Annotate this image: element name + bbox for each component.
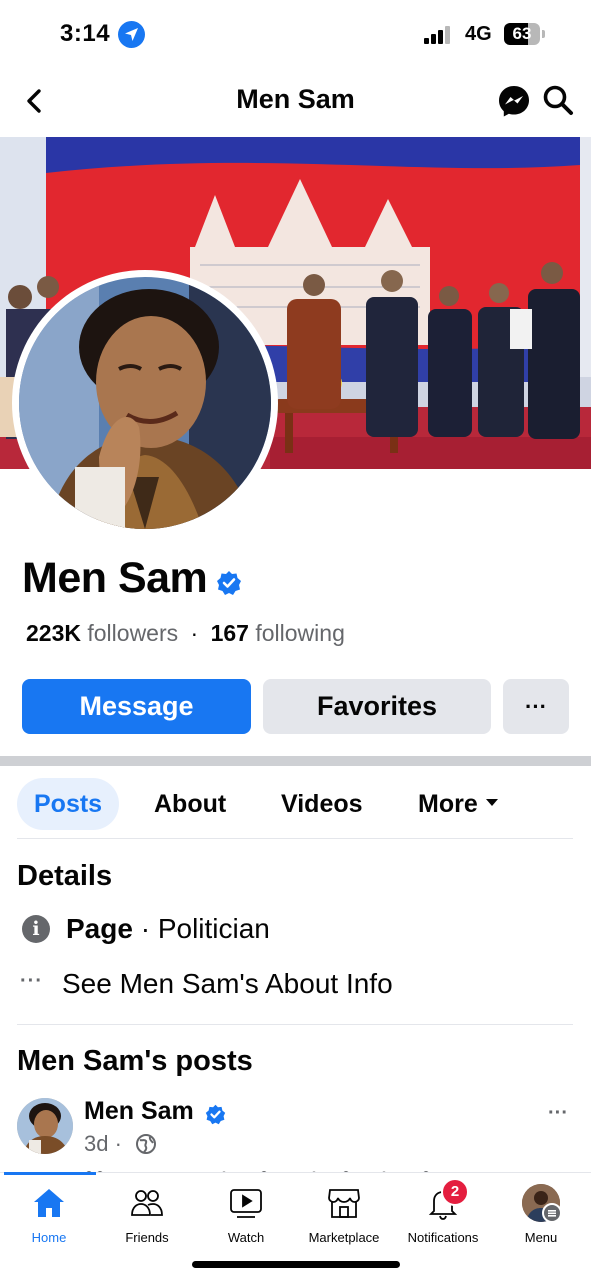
- section-divider: [0, 756, 591, 766]
- info-icon: i: [22, 915, 50, 943]
- posts-heading: Men Sam's posts: [17, 1045, 253, 1077]
- messenger-icon[interactable]: [496, 83, 532, 119]
- menu-gear-icon: [542, 1203, 562, 1223]
- nav-home[interactable]: Home: [0, 1173, 98, 1253]
- watch-icon: [228, 1185, 264, 1221]
- marketplace-icon: [326, 1185, 362, 1221]
- post-author-avatar[interactable]: [17, 1098, 73, 1154]
- status-time: 3:14: [60, 20, 111, 47]
- profile-name: Men Sam: [22, 554, 208, 602]
- home-icon: [31, 1185, 67, 1221]
- nav-friends[interactable]: Friends: [98, 1173, 196, 1253]
- tab-about[interactable]: About: [154, 778, 226, 830]
- battery-nub: [542, 30, 545, 38]
- following-label[interactable]: following: [255, 620, 345, 646]
- profile-tabs: Posts About Videos More: [0, 778, 591, 830]
- profile-picture[interactable]: [19, 277, 271, 529]
- nav-notifications-label: Notifications: [407, 1230, 479, 1245]
- nav-menu-label: Menu: [524, 1230, 558, 1245]
- nav-marketplace[interactable]: Marketplace: [295, 1173, 393, 1253]
- post-timestamp[interactable]: 3d ·: [84, 1131, 122, 1157]
- post-options-button[interactable]: ···: [548, 1102, 568, 1125]
- favorites-button[interactable]: Favorites: [263, 679, 491, 734]
- more-dots-icon: ···: [20, 970, 43, 992]
- message-button[interactable]: Message: [22, 679, 251, 734]
- tabs-divider: [17, 838, 573, 839]
- more-options-button[interactable]: ···: [503, 679, 569, 734]
- network-type: 4G: [465, 23, 492, 45]
- counts-separator: ·: [190, 620, 199, 646]
- notifications-badge: 2: [441, 1178, 469, 1206]
- search-icon[interactable]: [541, 83, 575, 117]
- battery-level: 63: [512, 24, 532, 43]
- follow-counts: 223K followers · 167 following: [26, 620, 345, 647]
- detail-category-type: Page: [66, 913, 133, 944]
- detail-category-value: · Politician: [132, 913, 270, 944]
- post-verified-badge-icon: [205, 1104, 226, 1125]
- tab-posts[interactable]: Posts: [17, 778, 120, 830]
- globe-icon: [135, 1133, 157, 1155]
- location-arrow-icon: [118, 21, 145, 48]
- battery-icon: 63: [504, 23, 540, 45]
- home-indicator: [192, 1261, 400, 1268]
- followers-label[interactable]: followers: [87, 620, 178, 646]
- nav-header: Men Sam: [0, 70, 591, 134]
- nav-watch[interactable]: Watch: [197, 1173, 295, 1253]
- cell-signal-icon: [424, 26, 454, 44]
- nav-friends-label: Friends: [125, 1230, 169, 1245]
- followers-count[interactable]: 223K: [26, 620, 81, 646]
- status-bar: 3:14 4G 63: [0, 0, 591, 70]
- friends-icon: [129, 1185, 165, 1221]
- details-divider: [17, 1024, 573, 1025]
- nav-notifications[interactable]: 2 Notifications: [394, 1173, 492, 1253]
- details-heading: Details: [17, 860, 113, 892]
- verified-badge-icon: [216, 570, 242, 596]
- nav-watch-label: Watch: [227, 1230, 265, 1245]
- following-count[interactable]: 167: [211, 620, 249, 646]
- nav-menu[interactable]: Menu: [492, 1173, 590, 1253]
- nav-home-label: Home: [31, 1230, 67, 1245]
- about-info-link[interactable]: See Men Sam's About Info: [62, 968, 393, 1000]
- nav-marketplace-label: Marketplace: [308, 1230, 380, 1245]
- post-author-name[interactable]: Men Sam: [84, 1097, 194, 1126]
- caret-down-icon: [485, 798, 498, 806]
- tab-more[interactable]: More: [418, 778, 498, 830]
- detail-category: Page · Politician: [66, 913, 270, 945]
- tab-videos[interactable]: Videos: [281, 778, 363, 830]
- tab-more-label: More: [418, 790, 478, 818]
